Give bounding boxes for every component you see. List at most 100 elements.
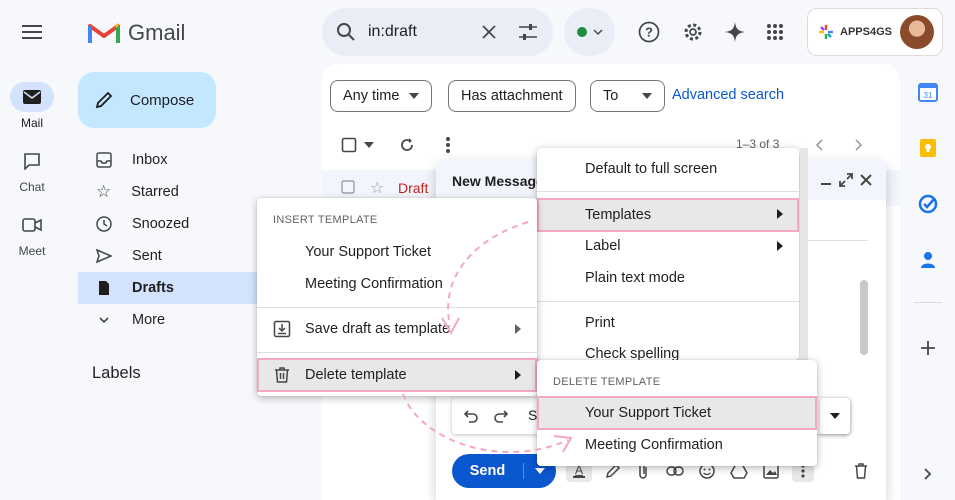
- chevron-right-icon[interactable]: [848, 134, 870, 156]
- apps-grid-icon[interactable]: [759, 16, 791, 48]
- divider: [808, 240, 868, 241]
- main-menu-icon[interactable]: [14, 18, 50, 46]
- nav-inbox[interactable]: Inbox: [78, 144, 268, 176]
- caret-down-icon: [409, 93, 420, 99]
- send-label: Send: [452, 463, 524, 479]
- nav-label: Starred: [131, 184, 179, 200]
- star-icon[interactable]: ☆: [370, 178, 384, 198]
- delete-template-item[interactable]: Your Support Ticket: [537, 396, 817, 430]
- caret-down-icon: [592, 29, 603, 36]
- delete-template-item[interactable]: Meeting Confirmation: [537, 429, 817, 461]
- labels-heading: Labels: [92, 364, 141, 382]
- divider: [537, 191, 799, 192]
- tasks-icon[interactable]: [912, 188, 944, 220]
- plus-icon[interactable]: [912, 332, 944, 364]
- divider: [257, 352, 537, 353]
- help-icon[interactable]: ?: [633, 16, 665, 48]
- menu-item-label: Your Support Ticket: [305, 244, 432, 260]
- more-options-menu: Default to full screen Templates Label P…: [537, 148, 799, 360]
- search-bar[interactable]: in:draft: [322, 8, 553, 56]
- calendar-icon[interactable]: 31: [912, 76, 944, 108]
- avatar[interactable]: [900, 15, 934, 49]
- star-icon: ☆: [96, 182, 112, 201]
- delete-template-submenu: DELETE TEMPLATE Your Support Ticket Meet…: [537, 360, 817, 466]
- menu-item-label[interactable]: Label: [537, 230, 799, 262]
- filter-any-time[interactable]: Any time: [330, 80, 433, 112]
- nav-more[interactable]: More: [78, 304, 268, 336]
- menu-item-check-spelling[interactable]: Check spelling: [537, 339, 799, 360]
- status-dropdown[interactable]: [564, 8, 615, 56]
- nav-label: More: [132, 312, 166, 328]
- font-selector[interactable]: S: [528, 407, 537, 423]
- expand-icon[interactable]: [838, 172, 854, 188]
- schedule-send-dropdown[interactable]: [524, 468, 556, 474]
- keep-icon[interactable]: [912, 132, 944, 164]
- video-camera-icon: [10, 210, 54, 240]
- insert-template-item[interactable]: Meeting Confirmation: [257, 268, 537, 300]
- rail-mail[interactable]: Mail: [6, 82, 58, 130]
- menu-item-label: Delete template: [305, 367, 407, 383]
- close-icon[interactable]: [858, 172, 874, 188]
- refresh-icon[interactable]: [396, 134, 418, 156]
- insert-template-item[interactable]: Your Support Ticket: [257, 236, 537, 268]
- caret-down-icon: [830, 413, 840, 419]
- menu-item-label: Meeting Confirmation: [585, 437, 723, 453]
- menu-item-save-template[interactable]: Save draft as template: [257, 313, 537, 345]
- search-input[interactable]: in:draft: [368, 23, 469, 41]
- menu-item-delete-template[interactable]: Delete template: [257, 358, 537, 392]
- nav-drafts[interactable]: Drafts: [78, 272, 268, 304]
- menu-item-label: Label: [585, 238, 621, 254]
- menu-item-full-screen[interactable]: Default to full screen: [537, 153, 799, 185]
- chevron-left-icon[interactable]: [808, 134, 830, 156]
- gmail-logo[interactable]: Gmail: [88, 18, 185, 48]
- nav-label: Snoozed: [132, 216, 190, 232]
- send-icon: [96, 248, 112, 264]
- filter-has-attachment[interactable]: Has attachment: [448, 80, 576, 112]
- menu-item-label: Save draft as template: [305, 321, 451, 337]
- rail-meet-label: Meet: [18, 244, 46, 258]
- menu-header: INSERT TEMPLATE: [273, 214, 378, 226]
- menu-item-label: Print: [585, 315, 615, 331]
- caret-down-icon[interactable]: [358, 134, 380, 156]
- account-name: APPS4GS: [840, 26, 892, 38]
- menu-scrollbar[interactable]: [800, 148, 808, 360]
- rail-chat-label: Chat: [19, 180, 45, 194]
- search-options-icon[interactable]: [517, 22, 539, 42]
- submenu-arrow-icon: [777, 209, 783, 219]
- select-all-checkbox[interactable]: [338, 134, 360, 156]
- compose-button[interactable]: Compose: [78, 72, 216, 128]
- sparkle-icon[interactable]: [719, 16, 751, 48]
- advanced-search-link[interactable]: Advanced search: [672, 87, 784, 103]
- app-name: Gmail: [128, 20, 186, 45]
- more-vert-icon[interactable]: [437, 134, 459, 156]
- submenu-arrow-icon: [515, 370, 521, 380]
- menu-item-templates[interactable]: Templates: [537, 198, 799, 232]
- nav-label: Sent: [132, 248, 162, 264]
- redo-icon[interactable]: [494, 409, 508, 423]
- format-options-toggle[interactable]: [820, 398, 850, 434]
- svg-text:31: 31: [924, 91, 933, 100]
- scrollbar-thumb[interactable]: [860, 280, 868, 355]
- menu-item-print[interactable]: Print: [537, 307, 799, 339]
- menu-item-label: Default to full screen: [585, 161, 718, 177]
- row-checkbox[interactable]: [340, 179, 356, 195]
- rail-chat[interactable]: Chat: [6, 146, 58, 194]
- menu-item-label: Meeting Confirmation: [305, 276, 443, 292]
- contacts-icon[interactable]: [912, 244, 944, 276]
- draft-file-icon: [99, 281, 109, 295]
- nav-snoozed[interactable]: Snoozed: [78, 208, 268, 240]
- gear-icon[interactable]: [677, 16, 709, 48]
- minimize-icon[interactable]: [818, 172, 834, 188]
- filter-to[interactable]: To: [590, 80, 666, 112]
- clock-icon: [96, 216, 112, 232]
- rail-meet[interactable]: Meet: [6, 210, 58, 258]
- chevron-right-icon[interactable]: [912, 458, 944, 490]
- menu-item-plain-text[interactable]: Plain text mode: [537, 262, 799, 294]
- account-switcher[interactable]: APPS4GS: [807, 8, 943, 56]
- trash-icon[interactable]: [850, 460, 872, 482]
- nav-starred[interactable]: ☆ Starred: [78, 176, 268, 208]
- undo-icon[interactable]: [464, 409, 478, 423]
- close-icon[interactable]: [481, 24, 497, 40]
- chevron-down-icon: [99, 317, 109, 324]
- nav-sent[interactable]: Sent: [78, 240, 268, 272]
